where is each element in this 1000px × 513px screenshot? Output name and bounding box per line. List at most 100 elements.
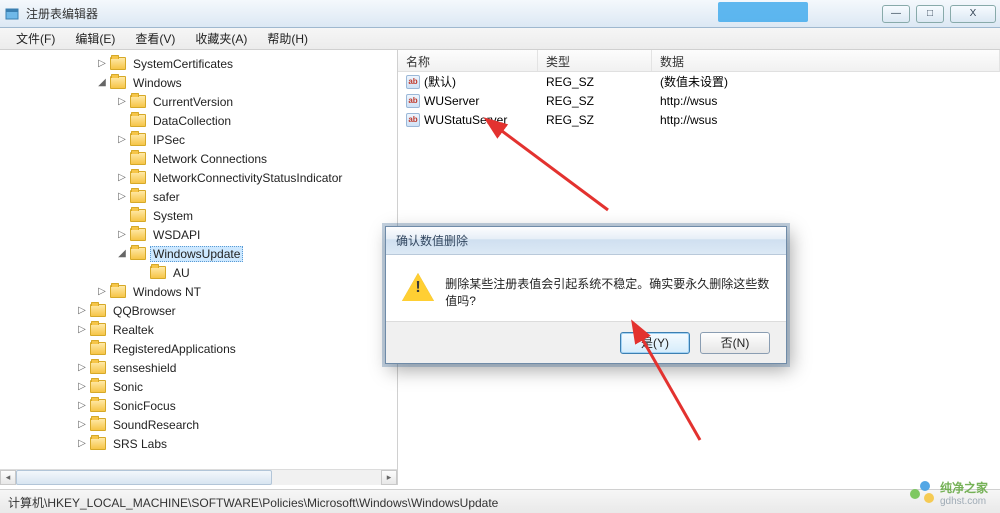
expand-collapse-icon[interactable]: ▷ bbox=[96, 58, 108, 70]
expand-collapse-icon[interactable]: ▷ bbox=[76, 419, 88, 431]
tree-item[interactable]: ◢ WindowsUpdate bbox=[0, 244, 397, 263]
no-button[interactable]: 否(N) bbox=[700, 332, 770, 354]
expand-collapse-icon[interactable]: ◢ bbox=[116, 248, 128, 260]
tree-item[interactable]: ▷safer bbox=[0, 187, 397, 206]
value-data: http://wsus bbox=[652, 94, 1000, 108]
value-data: http://wsus bbox=[652, 113, 1000, 127]
menu-help[interactable]: 帮助(H) bbox=[259, 28, 316, 49]
expand-collapse-icon[interactable]: ▷ bbox=[116, 96, 128, 108]
expand-collapse-icon[interactable]: ▷ bbox=[116, 191, 128, 203]
tree-item[interactable]: System bbox=[0, 206, 397, 225]
list-row[interactable]: ab(默认)REG_SZ(数值未设置) bbox=[398, 72, 1000, 91]
background-tab-highlight bbox=[718, 2, 808, 22]
value-name: WUStatuServer bbox=[424, 113, 507, 127]
tree-item-label: senseshield bbox=[110, 360, 179, 376]
tree-item[interactable]: ▷ SRS Labs bbox=[0, 434, 397, 453]
tree-item-label: SRS Labs bbox=[110, 436, 170, 452]
tree-item[interactable]: ◢Windows bbox=[0, 73, 397, 92]
tree-item[interactable]: RegisteredApplications bbox=[0, 339, 397, 358]
list-row[interactable]: abWUStatuServerREG_SZhttp://wsus bbox=[398, 110, 1000, 129]
tree-item-label: SonicFocus bbox=[110, 398, 179, 414]
close-button[interactable]: X bbox=[950, 5, 996, 23]
folder-icon bbox=[110, 57, 126, 70]
tree-item-label: CurrentVersion bbox=[150, 94, 236, 110]
menu-view[interactable]: 查看(V) bbox=[127, 28, 183, 49]
folder-icon bbox=[90, 380, 106, 393]
value-type: REG_SZ bbox=[538, 94, 652, 108]
tree-item-label: SystemCertificates bbox=[130, 56, 236, 72]
expand-collapse-icon[interactable]: ▷ bbox=[76, 305, 88, 317]
expand-collapse-icon[interactable]: ▷ bbox=[116, 134, 128, 146]
expand-collapse-icon[interactable]: ▷ bbox=[76, 324, 88, 336]
tree-item[interactable]: DataCollection bbox=[0, 111, 397, 130]
folder-icon bbox=[130, 152, 146, 165]
maximize-button[interactable]: □ bbox=[916, 5, 944, 23]
tree-item[interactable]: ▷IPSec bbox=[0, 130, 397, 149]
list-header[interactable]: 名称 类型 数据 bbox=[398, 50, 1000, 72]
folder-icon bbox=[90, 304, 106, 317]
column-header-name[interactable]: 名称 bbox=[398, 50, 538, 71]
tree-item-label: WindowsUpdate bbox=[150, 246, 243, 262]
tree-item[interactable]: Network Connections bbox=[0, 149, 397, 168]
tree-item[interactable]: AU bbox=[0, 263, 397, 282]
tree-item[interactable]: ▷WSDAPI bbox=[0, 225, 397, 244]
tree-item[interactable]: ▷ NetworkConnectivityStatusIndicator bbox=[0, 168, 397, 187]
title-bar: 注册表编辑器 — □ X bbox=[0, 0, 1000, 28]
tree-item[interactable]: ▷ Realtek bbox=[0, 320, 397, 339]
value-type: REG_SZ bbox=[538, 113, 652, 127]
tree-item[interactable]: ▷ senseshield bbox=[0, 358, 397, 377]
expand-collapse-icon[interactable]: ▷ bbox=[76, 438, 88, 450]
folder-icon bbox=[90, 323, 106, 336]
tree-item[interactable]: ▷QQBrowser bbox=[0, 301, 397, 320]
minimize-button[interactable]: — bbox=[882, 5, 910, 23]
expand-collapse-icon[interactable]: ▷ bbox=[116, 229, 128, 241]
tree-item-label: NetworkConnectivityStatusIndicator bbox=[150, 170, 345, 186]
value-name: WUServer bbox=[424, 94, 479, 108]
expand-collapse-icon[interactable]: ◢ bbox=[96, 77, 108, 89]
expand-collapse-icon[interactable]: ▷ bbox=[116, 172, 128, 184]
tree-horizontal-scrollbar[interactable]: ◂ ▸ bbox=[0, 469, 397, 485]
tree-item[interactable]: ▷ CurrentVersion bbox=[0, 92, 397, 111]
registry-tree[interactable]: ▷ SystemCertificates◢Windows ▷ CurrentVersi… bbox=[0, 50, 398, 485]
tree-item[interactable]: ▷Windows NT bbox=[0, 282, 397, 301]
expand-placeholder bbox=[116, 115, 128, 127]
tree-item-label: Realtek bbox=[110, 322, 157, 338]
status-path: 计算机\HKEY_LOCAL_MACHINE\SOFTWARE\Policies… bbox=[8, 496, 498, 510]
expand-placeholder bbox=[116, 153, 128, 165]
list-body[interactable]: ab(默认)REG_SZ(数值未设置)abWUServerREG_SZhttp:… bbox=[398, 72, 1000, 129]
folder-icon bbox=[130, 209, 146, 222]
tree-item[interactable]: ▷ SoundResearch bbox=[0, 415, 397, 434]
expand-placeholder bbox=[136, 267, 148, 279]
watermark-url: gdhst.com bbox=[940, 496, 988, 507]
tree-item-label: SoundResearch bbox=[110, 417, 202, 433]
folder-icon bbox=[130, 171, 146, 184]
folder-icon bbox=[90, 342, 106, 355]
value-name: (默认) bbox=[424, 73, 456, 90]
tree-item[interactable]: ▷Sonic bbox=[0, 377, 397, 396]
folder-icon bbox=[90, 437, 106, 450]
expand-collapse-icon[interactable]: ▷ bbox=[76, 381, 88, 393]
list-row[interactable]: abWUServerREG_SZhttp://wsus bbox=[398, 91, 1000, 110]
menu-favorites[interactable]: 收藏夹(A) bbox=[187, 28, 255, 49]
yes-button[interactable]: 是(Y) bbox=[620, 332, 690, 354]
folder-icon bbox=[130, 95, 146, 108]
column-header-type[interactable]: 类型 bbox=[538, 50, 652, 71]
tree-item[interactable]: ▷ SonicFocus bbox=[0, 396, 397, 415]
folder-icon bbox=[90, 399, 106, 412]
tree-item[interactable]: ▷ SystemCertificates bbox=[0, 54, 397, 73]
expand-collapse-icon[interactable]: ▷ bbox=[96, 286, 108, 298]
value-type: REG_SZ bbox=[538, 75, 652, 89]
menu-edit[interactable]: 编辑(E) bbox=[67, 28, 123, 49]
menu-file[interactable]: 文件(F) bbox=[8, 28, 63, 49]
column-header-data[interactable]: 数据 bbox=[652, 50, 1000, 71]
expand-placeholder bbox=[116, 210, 128, 222]
expand-collapse-icon[interactable]: ▷ bbox=[76, 362, 88, 374]
scroll-thumb[interactable] bbox=[16, 470, 272, 485]
value-data: (数值未设置) bbox=[652, 73, 1000, 90]
expand-collapse-icon[interactable]: ▷ bbox=[76, 400, 88, 412]
folder-icon bbox=[110, 76, 126, 89]
watermark: 纯净之家 gdhst.com bbox=[910, 479, 988, 507]
scroll-left-button[interactable]: ◂ bbox=[0, 470, 16, 485]
scroll-right-button[interactable]: ▸ bbox=[381, 470, 397, 485]
folder-icon bbox=[130, 133, 146, 146]
